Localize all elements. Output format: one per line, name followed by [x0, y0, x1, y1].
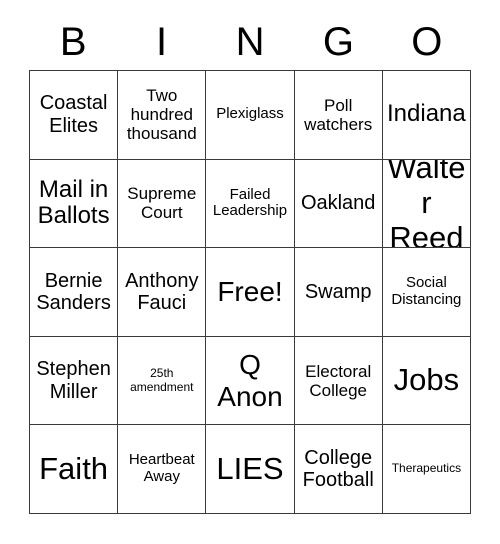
bingo-cell-label: Free! [217, 276, 283, 308]
bingo-cell[interactable]: Poll watchers [294, 71, 383, 160]
header-letter-o: O [411, 20, 443, 64]
bingo-cell[interactable]: Faith [30, 425, 119, 514]
bingo-cell-label: Plexiglass [216, 105, 284, 123]
bingo-cell-label: Mail in Ballots [37, 175, 110, 230]
bingo-cell-label: Two hundred thousand [126, 86, 197, 144]
bingo-cell[interactable]: Electoral College [294, 336, 383, 426]
bingo-cell[interactable]: Heartbeat Away [118, 425, 207, 514]
bingo-cell-label: Heartbeat Away [128, 451, 195, 486]
bingo-cell-label: Coastal Elites [39, 92, 108, 137]
bingo-cell[interactable]: Swamp [294, 248, 383, 337]
bingo-cell-label: 25th amendment [130, 366, 194, 394]
bingo-cell-free[interactable]: Free! [206, 248, 295, 337]
bingo-cell-label: Supreme Court [127, 184, 197, 223]
bingo-cell-label: Stephen Miller [36, 358, 111, 403]
bingo-cell-label: Faith [39, 450, 109, 486]
bingo-grid: Coastal Elites Two hundred thousand Plex… [29, 70, 471, 514]
bingo-cell[interactable]: Oakland [294, 159, 383, 249]
bingo-cell-label: Poll watchers [304, 95, 373, 134]
bingo-cell[interactable]: LIES [206, 425, 295, 514]
bingo-cell-label: Walter Reed [387, 159, 466, 249]
bingo-cell[interactable]: Stephen Miller [30, 336, 119, 426]
bingo-cell[interactable]: Bernie Sanders [30, 248, 119, 337]
bingo-cell-label: Anthony Fauci [125, 269, 199, 314]
header-letter-i: I [156, 20, 168, 64]
bingo-cell[interactable]: College Football [294, 425, 383, 514]
bingo-cell-label: Bernie Sanders [36, 269, 111, 314]
bingo-cell-label: Electoral College [305, 361, 372, 400]
bingo-cell-label: College Football [302, 446, 374, 492]
bingo-cell[interactable]: Anthony Fauci [118, 248, 207, 337]
bingo-cell-label: Q Anon [217, 349, 283, 412]
bingo-cell[interactable]: Mail in Ballots [30, 159, 119, 249]
header-letter-b: B [59, 20, 87, 64]
bingo-cell[interactable]: 25th amendment [118, 336, 207, 426]
bingo-cell[interactable]: Two hundred thousand [118, 71, 207, 160]
bingo-cell-label: Swamp [304, 280, 372, 303]
bingo-cell[interactable]: Jobs [382, 336, 471, 426]
bingo-card: B I N G O Coastal Elites Two hundred tho… [0, 0, 500, 544]
bingo-cell[interactable]: Plexiglass [206, 71, 295, 160]
bingo-cell[interactable]: Coastal Elites [30, 71, 119, 160]
bingo-cell-label: Social Distancing [391, 274, 462, 308]
bingo-cell-label: Jobs [393, 362, 460, 398]
bingo-cell[interactable]: Indiana [382, 71, 471, 160]
bingo-cell[interactable]: Q Anon [206, 336, 295, 426]
bingo-cell-label: Failed Leadership [212, 185, 288, 220]
bingo-cell-label: Oakland [300, 192, 376, 215]
bingo-cell[interactable]: Supreme Court [118, 159, 207, 249]
header-letter-g: G [322, 20, 354, 64]
bingo-cell[interactable]: Failed Leadership [206, 159, 295, 249]
bingo-cell-label: Indiana [387, 100, 466, 128]
bingo-cell-label: Therapeutics [391, 461, 462, 476]
bingo-cell[interactable]: Therapeutics [382, 425, 471, 514]
header-letter-n: N [235, 20, 265, 64]
bingo-cell[interactable]: Social Distancing [382, 248, 471, 337]
bingo-header: B I N G O [29, 14, 471, 70]
bingo-cell-label: LIES [216, 450, 284, 486]
bingo-cell[interactable]: Walter Reed [382, 159, 471, 249]
